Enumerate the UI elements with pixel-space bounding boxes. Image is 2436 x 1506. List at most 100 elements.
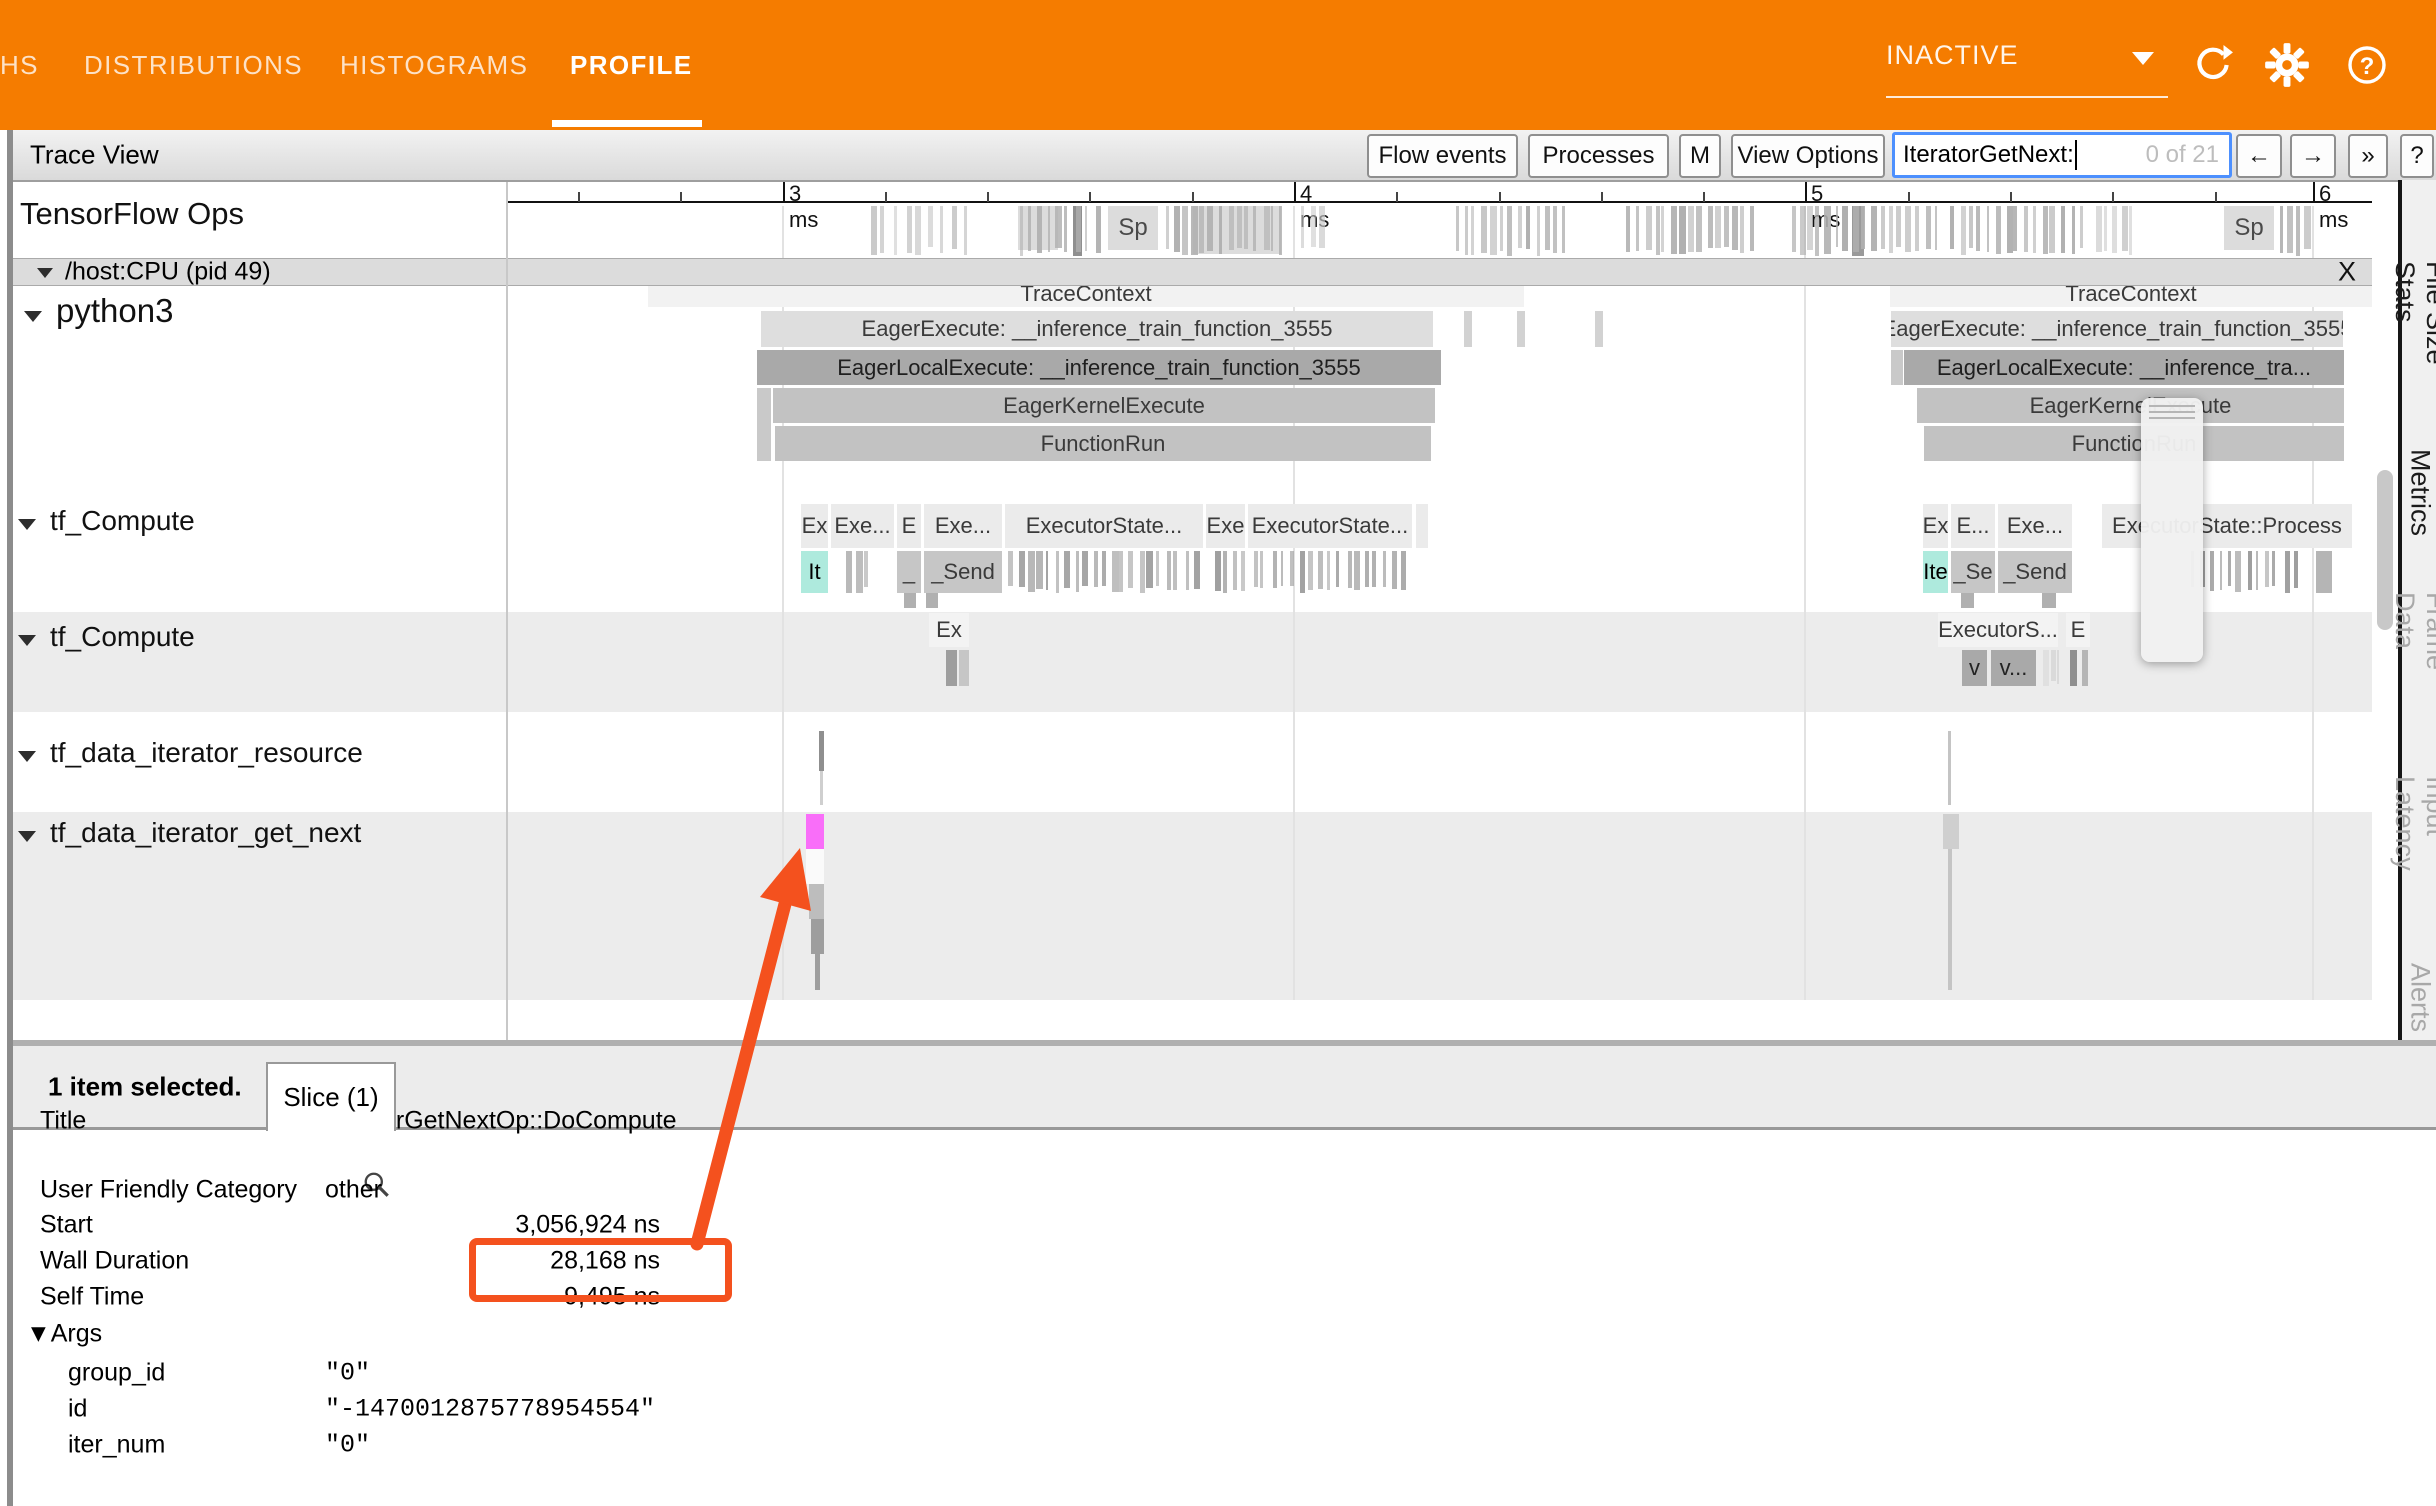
trace-event-stripe[interactable] (2304, 206, 2310, 249)
trace-slice[interactable] (757, 388, 771, 461)
toolbar-button--[interactable]: ? (2400, 134, 2434, 178)
track-label-tf-compute[interactable]: tf_Compute (18, 621, 195, 653)
toolbar-button--[interactable]: → (2290, 134, 2336, 178)
trace-event-stripe[interactable] (1537, 206, 1540, 256)
trace-event-stripe[interactable] (907, 206, 912, 253)
trace-event-stripe[interactable] (1146, 551, 1153, 588)
trace-event-stripe[interactable] (1173, 551, 1177, 590)
trace-event-stripe[interactable] (1207, 206, 1212, 251)
trace-slice[interactable] (1517, 311, 1525, 347)
toolbar-button--[interactable]: » (2348, 134, 2388, 178)
trace-slice[interactable]: _Send (1998, 551, 2072, 593)
trace-slice[interactable]: E (897, 504, 921, 548)
trace-event-stripe[interactable] (2024, 206, 2028, 252)
track-label-tf-data-iterator-resource[interactable]: tf_data_iterator_resource (18, 737, 363, 769)
sidebar-tab-metrics[interactable]: Metrics (2404, 446, 2436, 538)
trace-event-stripe[interactable] (1064, 551, 1070, 588)
collapse-arrow-icon[interactable] (18, 519, 36, 530)
trace-event-stripe[interactable] (864, 551, 868, 587)
trace-event-stripe[interactable] (1881, 206, 1885, 249)
trace-event-stripe[interactable] (1950, 206, 1954, 249)
trace-event-stripe[interactable] (1696, 206, 1703, 252)
trace-event-stripe[interactable] (1500, 206, 1503, 251)
trace-event-stripe[interactable] (1365, 551, 1369, 587)
trace-event-stripe[interactable] (1233, 551, 1237, 590)
trace-event-stripe[interactable] (1182, 206, 1188, 255)
trace-event-stripe[interactable] (1241, 551, 1245, 591)
trace-event-stripe[interactable] (1273, 551, 1278, 588)
trace-event-stripe[interactable] (2007, 206, 2013, 253)
trace-event-stripe[interactable] (1354, 551, 1360, 590)
trace-event-stripe[interactable] (1094, 551, 1098, 587)
trace-slice[interactable]: _ (897, 551, 921, 593)
trace-slice[interactable] (926, 593, 938, 608)
trace-event-stripe[interactable] (1237, 206, 1242, 248)
trace-slice[interactable]: v (1962, 650, 1987, 686)
trace-slice[interactable]: Sp (1108, 206, 1158, 250)
nav-tab-profile[interactable]: PROFILE (570, 0, 692, 130)
trace-event-stripe[interactable] (2033, 206, 2036, 253)
trace-event-stripe[interactable] (2272, 551, 2275, 586)
close-process-button[interactable]: X (2338, 257, 2356, 288)
toolbar-button-m[interactable]: M (1679, 134, 1721, 178)
trace-event-stripe[interactable] (1915, 206, 1919, 251)
trace-event-stripe[interactable] (1800, 206, 1806, 255)
sidebar-tab-alerts[interactable]: Alerts (2404, 956, 2436, 1040)
trace-event-stripe[interactable] (1671, 206, 1677, 254)
process-row-host-cpu[interactable]: /host:CPU (pid 49) X (13, 258, 2372, 286)
trace-event-stripe[interactable] (2080, 206, 2083, 248)
trace-event-stripe[interactable] (1896, 206, 1901, 247)
trace-slice[interactable] (2316, 551, 2332, 593)
trace-event-stripe[interactable] (1889, 206, 1893, 253)
trace-event-stripe[interactable] (1085, 206, 1087, 251)
trace-event-stripe[interactable] (1290, 551, 1294, 586)
trace-event-stripe[interactable] (1308, 551, 1313, 590)
trace-event-stripe[interactable] (871, 206, 877, 255)
trace-slice[interactable] (809, 884, 824, 919)
trace-event-stripe[interactable] (1215, 551, 1220, 591)
trace-slice[interactable]: EagerLocalExecute: __inference_train_fun… (757, 350, 1441, 385)
trace-slice[interactable]: Exe... (831, 504, 894, 548)
collapse-arrow-icon[interactable] (18, 751, 36, 762)
trace-slice[interactable] (1948, 849, 1952, 990)
trace-slice[interactable]: FunctionRun (1924, 426, 2344, 461)
trace-event-stripe[interactable] (856, 551, 863, 593)
trace-event-stripe[interactable] (1166, 206, 1169, 249)
trace-slice[interactable]: v... (1991, 650, 2036, 686)
trace-event-stripe[interactable] (2049, 206, 2055, 253)
trace-event-stripe[interactable] (1646, 206, 1652, 250)
trace-event-stripe[interactable] (1254, 551, 1259, 587)
trace-event-stripe[interactable] (1481, 206, 1487, 253)
settings-gear-icon[interactable] (2264, 42, 2310, 88)
trace-event-stripe[interactable] (1174, 206, 1180, 252)
trace-slice[interactable] (815, 954, 820, 990)
toolbar-button-processes[interactable]: Processes (1528, 134, 1669, 178)
trace-event-stripe[interactable] (1064, 206, 1067, 252)
trace-event-stripe[interactable] (2294, 551, 2299, 588)
trace-event-stripe[interactable] (1807, 206, 1813, 250)
trace-event-stripe[interactable] (1905, 206, 1911, 252)
trace-event-stripe[interactable] (1815, 206, 1819, 256)
trace-slice[interactable]: EagerLocalExecute: __inference_tra... (1904, 350, 2344, 385)
trace-event-stripe[interactable] (1140, 551, 1146, 593)
trace-event-stripe[interactable] (1318, 551, 1323, 589)
trace-event-stripe[interactable] (1281, 551, 1283, 586)
track-label-tf-data-iterator-get-next[interactable]: tf_data_iterator_get_next (18, 817, 361, 849)
trace-event-stripe[interactable] (1553, 206, 1557, 253)
trace-event-stripe[interactable] (1264, 206, 1270, 250)
trace-event-stripe[interactable] (1976, 206, 1980, 251)
trace-slice[interactable]: Sp (2224, 206, 2274, 250)
toolbar-button--[interactable]: ← (2236, 134, 2282, 178)
trace-slice[interactable] (1464, 311, 1472, 347)
trace-event-stripe[interactable] (1036, 551, 1043, 589)
trace-event-stripe[interactable] (846, 551, 853, 593)
collapse-arrow-icon[interactable] (18, 635, 36, 646)
trace-event-stripe[interactable] (2210, 551, 2214, 591)
trace-event-stripe[interactable] (1372, 551, 1376, 587)
trace-slice[interactable] (959, 650, 969, 686)
trace-event-stripe[interactable] (2248, 551, 2252, 590)
trace-event-stripe[interactable] (1167, 551, 1171, 590)
trace-event-stripe[interactable] (1740, 206, 1744, 253)
sidebar-tab-input-latency[interactable]: Input Latency (2404, 776, 2436, 918)
trace-event-stripe[interactable] (1636, 206, 1638, 251)
